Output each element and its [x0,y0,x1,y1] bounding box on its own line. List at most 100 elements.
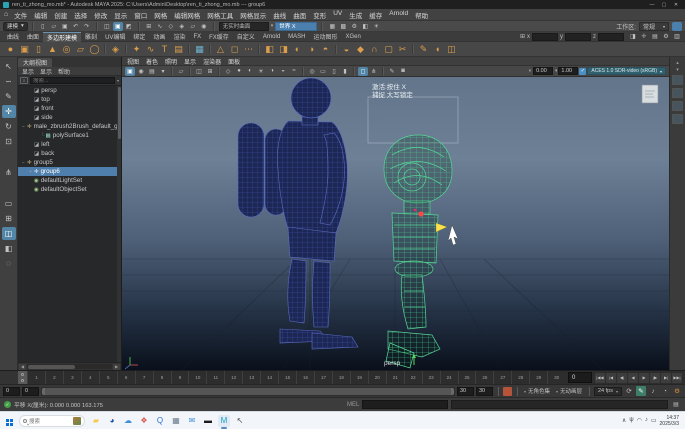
make-live-icon[interactable]: ◉ [199,22,209,31]
script-editor-icon[interactable]: ▤ [671,400,681,410]
volume-icon[interactable]: ♪ [645,417,648,424]
outliner-item-group5[interactable]: −✛group5 [18,158,121,167]
outliner-search-input[interactable] [30,77,115,84]
shelf-tab-11[interactable]: Arnold [259,32,284,42]
viewport-menu-1[interactable]: 着色 [146,57,158,66]
battery-icon[interactable]: ▭ [651,417,657,424]
layout-four-pane[interactable]: ⊞ [2,212,16,225]
field-chart-icon[interactable]: ▭ [318,67,328,76]
animation-end-field[interactable]: 30 [476,387,493,396]
multi-cut-icon[interactable]: ✂ [396,43,409,56]
poly-cylinder-icon[interactable]: ▯ [32,43,45,56]
use-all-lights-icon[interactable]: ☀ [256,67,266,76]
shelf-tab-8[interactable]: FX [189,32,205,42]
outliner-horizontal-scrollbar[interactable]: ◀ ▶ [18,362,121,370]
timeline-frame-10[interactable]: 10 [188,371,206,384]
timeline-frame-30[interactable]: 30 [547,371,565,384]
sculpt-shelf-icon[interactable]: ◖ [431,43,444,56]
attribute-editor-icon[interactable]: ▤ [650,32,660,41]
shelf-tab-7[interactable]: 渲染 [169,32,189,42]
cloud-drive-icon[interactable]: ☁ [122,415,134,427]
viewport-menu-3[interactable]: 显示 [184,57,196,66]
menubar-item-14[interactable]: UV [333,10,342,20]
animation-preferences-icon[interactable]: ⚙ [672,386,682,396]
step-forward-key-button[interactable]: |▶ [650,373,660,383]
menubar-item-9[interactable]: 网格工具 [207,10,233,20]
ambient-occlusion-icon[interactable]: ◒ [278,67,288,76]
four-panes-layout-icon[interactable]: ⊞ [205,67,215,76]
timeline-frame-14[interactable]: 14 [260,371,278,384]
shadows-icon[interactable]: ◑ [267,67,277,76]
construction-plane-icon[interactable]: △ [214,43,227,56]
paint-select-tool[interactable]: ✎ [2,90,16,103]
grease-pencil-icon[interactable]: ✎ [387,67,397,76]
expand-down-icon[interactable]: ▾ [676,68,679,72]
outliner-item-defaultLightSet[interactable]: ◉defaultLightSet [18,176,121,185]
menubar-item-15[interactable]: 生成 [349,10,362,20]
timeline-frame-5[interactable]: 5 [99,371,117,384]
auto-keyframe-icon[interactable]: ✎ [636,386,646,396]
isolate-select-icon[interactable]: ◎ [307,67,317,76]
select-by-component-icon[interactable]: ◩ [124,22,134,31]
y-coordinate-input[interactable] [565,33,591,41]
workspace-dropdown[interactable]: 常规 ▾ [639,22,669,31]
timeline-frame-12[interactable]: 12 [224,371,242,384]
combine-icon[interactable]: ◧ [263,43,276,56]
curve-tool-icon[interactable]: ✦ [130,43,143,56]
ep-curve-icon[interactable]: ∿ [144,43,157,56]
gamma-field[interactable]: 1.00 [558,67,578,75]
timeline-frame-29[interactable]: 29 [529,371,547,384]
fps-dropdown[interactable]: 24 fps ▾ [594,387,622,396]
start-button[interactable] [6,419,9,422]
wireframe-display-icon[interactable]: ◇ [223,67,233,76]
menubar-item-16[interactable]: 缓存 [369,10,382,20]
select-tool[interactable]: ↖ [2,60,16,73]
timeline-frame-11[interactable]: 11 [206,371,224,384]
colorspace-dropdown[interactable]: ACES 1.0 SDR-video (sRGB) ▾ [587,67,666,75]
play-forwards-button[interactable]: ▶ [639,373,649,383]
tree-expander-icon[interactable]: − [20,123,27,130]
mel-label[interactable]: MEL [347,402,359,408]
outliner-item-side[interactable]: ◪side [18,113,121,122]
weather-widget-icon[interactable] [73,417,81,425]
go-to-end-button[interactable]: ▶▶| [672,373,682,383]
mail-icon[interactable]: ✉ [186,415,198,427]
channel-box-thumb[interactable] [672,75,683,85]
poly-torus-icon[interactable]: ◎ [60,43,73,56]
color-management-checkbox[interactable]: ✓ [579,68,586,75]
fill-hole-icon[interactable]: ▢ [382,43,395,56]
shelf-tab-5[interactable]: 绑定 [129,32,149,42]
timeline-frame-23[interactable]: 23 [422,371,440,384]
shelf-tab-12[interactable]: MASH [284,32,309,42]
manipulator-center-handle[interactable] [418,211,423,216]
menubar-item-17[interactable]: Arnold [389,10,408,20]
shelf-tab-13[interactable]: 运动图形 [310,32,342,42]
new-scene-icon[interactable]: ▯ [38,22,48,31]
type-tool-icon[interactable]: T [158,43,171,56]
character-set-dropdown[interactable]: ▾无角色集 [522,387,552,395]
menubar-item-8[interactable]: 编辑网格 [174,10,200,20]
modeling-toolkit-icon[interactable]: ◨ [628,32,638,41]
ipr-render-icon[interactable]: ▩ [338,22,348,31]
step-forward-frame-button[interactable]: ▶| [661,373,671,383]
hypershade-icon[interactable]: ◧ [360,22,370,31]
undo-icon[interactable]: ↶ [71,22,81,31]
outliner-item-left[interactable]: ◪left [18,140,121,149]
viewport-menu-0[interactable]: 视图 [127,57,139,66]
outliner-vertical-scrollbar[interactable] [117,86,121,362]
outliner-item-front[interactable]: ◪front [18,104,121,113]
timeline-frame-2[interactable]: 2 [45,371,63,384]
anim-layer-thumb[interactable] [672,114,683,124]
menubar-item-5[interactable]: 显示 [114,10,127,20]
playback-start-field[interactable]: 0 [22,387,39,396]
outliner-item-defaultObjectSet[interactable]: ◉defaultObjectSet [18,185,121,194]
magnify-icon[interactable]: ◌ [2,257,16,270]
light-editor-icon[interactable]: ☀ [371,22,381,31]
snap-to-projected-center-icon[interactable]: ◈ [177,22,187,31]
store-app-icon[interactable]: ❖ [138,415,150,427]
outliner-menu-1[interactable]: 显示 [40,67,52,76]
manipulator-pivot-dot[interactable] [414,209,417,212]
edge-browser-icon[interactable]: ◕ [106,415,118,427]
scroll-left-icon[interactable]: ◀ [19,364,26,370]
extrude-icon[interactable]: ◒ [340,43,353,56]
